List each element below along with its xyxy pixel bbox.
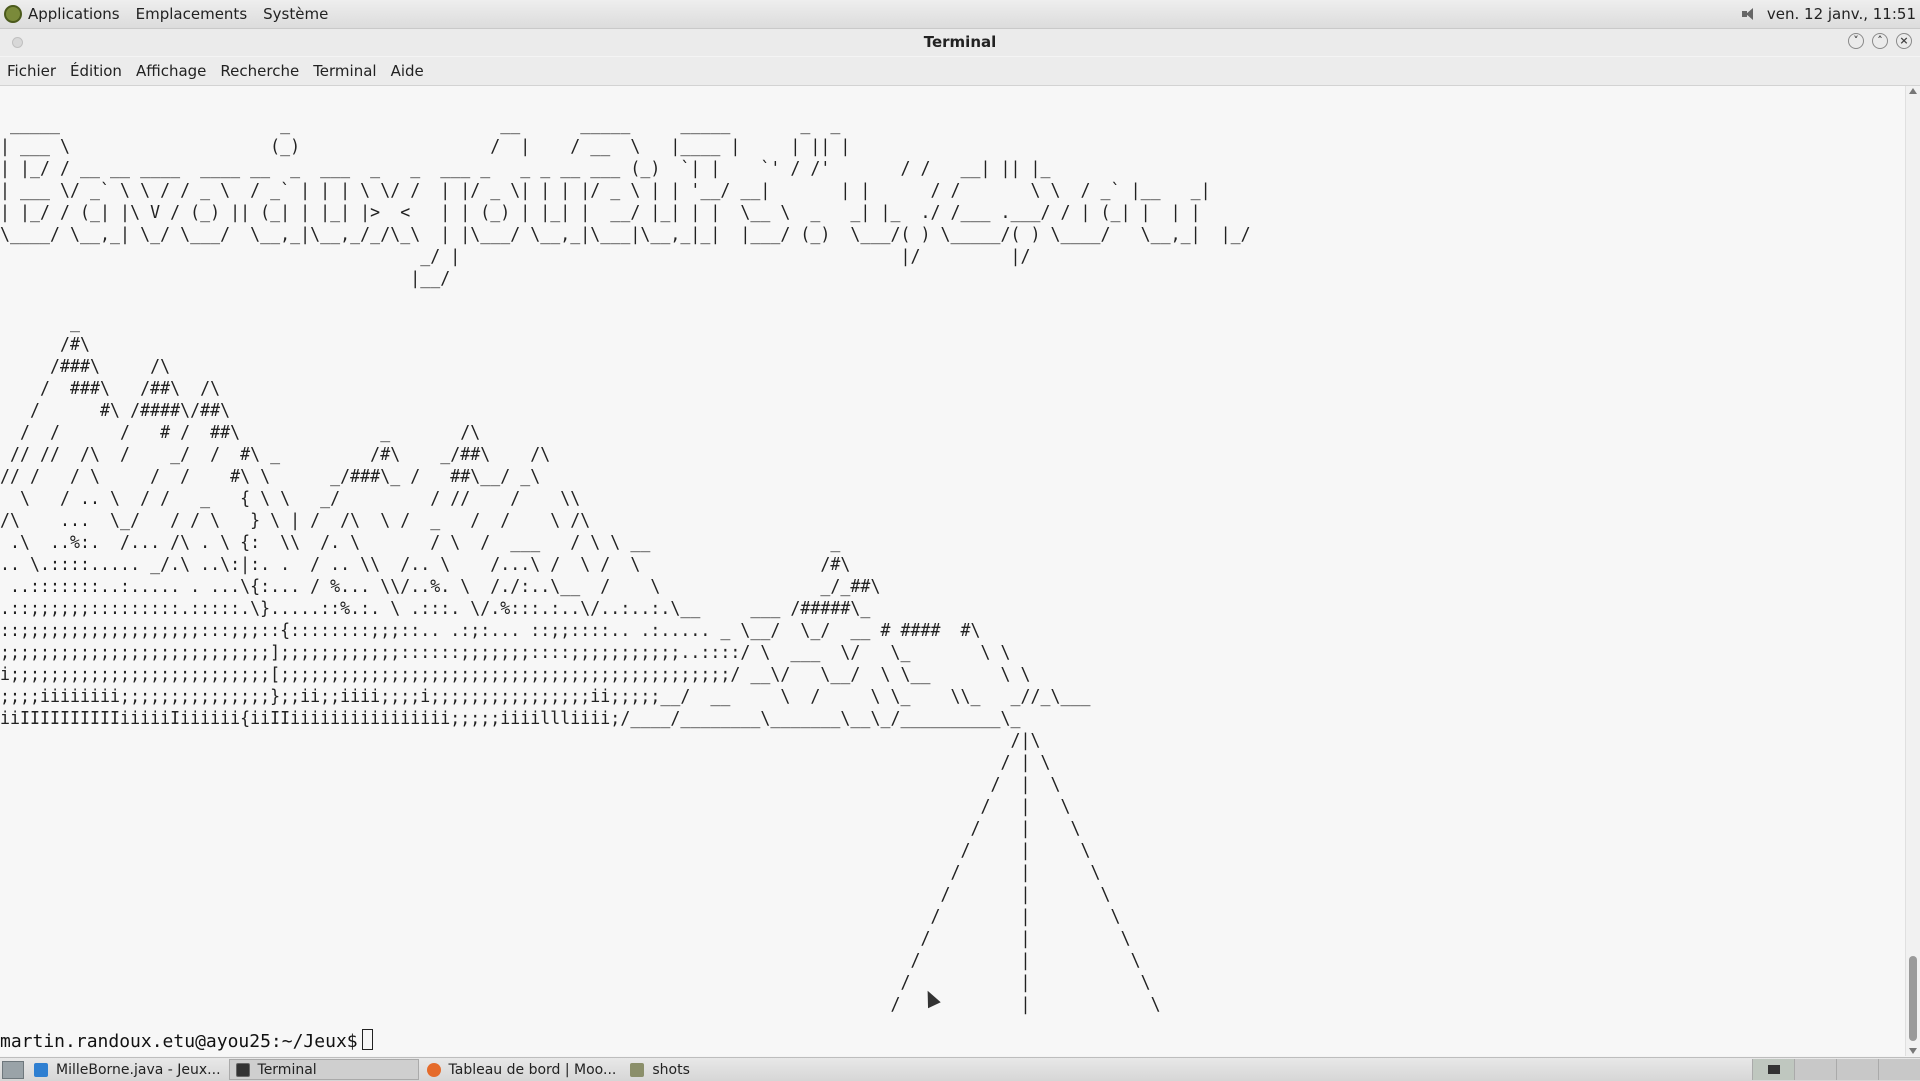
clock[interactable]: ven. 12 janv., 11:51: [1767, 5, 1916, 23]
menu-applications[interactable]: Applications: [28, 5, 120, 23]
terminal-scrollbar[interactable]: [1905, 86, 1920, 1056]
close-button[interactable]: ×: [1896, 33, 1912, 49]
bottom-taskbar: MilleBorne.java - Jeux... Terminal Table…: [0, 1057, 1920, 1081]
task-terminal[interactable]: Terminal: [228, 1059, 419, 1080]
task-shots[interactable]: shots: [624, 1059, 696, 1080]
menu-emplacements[interactable]: Emplacements: [136, 5, 248, 23]
terminal-output: _____ _ __ _____ _____ _ _ | ___ \ (_) /…: [0, 114, 1251, 1015]
menu-aide[interactable]: Aide: [384, 62, 431, 80]
workspace-4[interactable]: [1878, 1059, 1920, 1080]
minimize-button[interactable]: ˅: [1848, 33, 1864, 49]
scroll-down-icon[interactable]: [1909, 1048, 1917, 1054]
task-label: Tableau de bord | Moo...: [448, 1061, 617, 1078]
terminal-area[interactable]: _____ _ __ _____ _____ _ _ | ___ \ (_) /…: [0, 86, 1906, 1056]
scrollbar-thumb[interactable]: [1909, 956, 1917, 1041]
task-label: MilleBorne.java - Jeux...: [56, 1061, 221, 1078]
top-panel: Applications Emplacements Système ven. 1…: [0, 0, 1920, 29]
volume-icon[interactable]: [1741, 6, 1757, 22]
gnome-foot-icon[interactable]: [4, 5, 22, 23]
menu-terminal[interactable]: Terminal: [306, 62, 383, 80]
workspace-2[interactable]: [1794, 1059, 1836, 1080]
task-firefox[interactable]: Tableau de bord | Moo...: [421, 1059, 623, 1080]
vscode-icon: [34, 1062, 48, 1077]
workspace-1[interactable]: [1752, 1059, 1794, 1080]
prompt-line[interactable]: martin.randoux.etu@ayou25:~/Jeux$: [0, 1029, 373, 1053]
shell-prompt: martin.randoux.etu@ayou25:~/Jeux$: [0, 1031, 358, 1052]
window-title-bar[interactable]: Terminal ˅ ˄ ×: [0, 29, 1920, 56]
workspace-3[interactable]: [1836, 1059, 1878, 1080]
window-title: Terminal: [923, 33, 997, 51]
panel-right: ven. 12 janv., 11:51: [1741, 0, 1916, 28]
firefox-icon: [426, 1062, 441, 1077]
terminal-menubar: Fichier Édition Affichage Recherche Term…: [0, 57, 1920, 86]
menu-edition[interactable]: Édition: [63, 62, 129, 80]
window-menu-icon[interactable]: [12, 37, 23, 48]
task-label: Terminal: [257, 1061, 317, 1078]
workspace-switcher: [1752, 1059, 1920, 1080]
show-desktop-icon[interactable]: [2, 1060, 24, 1079]
folder-icon: [630, 1062, 645, 1077]
menu-systeme[interactable]: Système: [263, 5, 328, 23]
maximize-button[interactable]: ˄: [1872, 33, 1888, 49]
task-label: shots: [652, 1061, 690, 1078]
text-cursor: [361, 1029, 373, 1050]
window-controls: ˅ ˄ ×: [1848, 33, 1912, 49]
menu-recherche[interactable]: Recherche: [213, 62, 306, 80]
scroll-up-icon[interactable]: [1909, 88, 1917, 94]
menu-fichier[interactable]: Fichier: [0, 62, 63, 80]
terminal-thumbnail-icon: [1767, 1065, 1780, 1074]
task-millebornes[interactable]: MilleBorne.java - Jeux...: [28, 1059, 227, 1080]
terminal-icon: [235, 1062, 250, 1077]
menu-affichage[interactable]: Affichage: [129, 62, 213, 80]
